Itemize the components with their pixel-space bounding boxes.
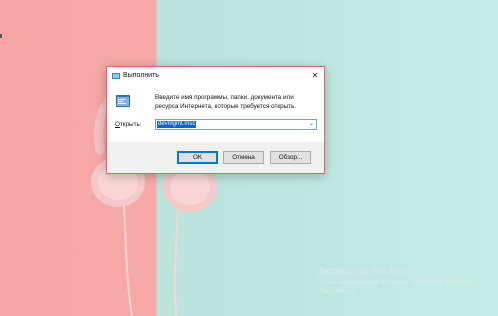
description-text: Введите имя программы, папки, документа … (155, 94, 297, 110)
activation-watermark: Активация Windows Чтобы активировать Win… (318, 266, 478, 296)
title-bar[interactable]: Выполнить ✕ (107, 67, 324, 85)
open-label: Открыть: (115, 121, 142, 129)
window-title: Выполнить (123, 72, 159, 79)
dropdown-arrow-icon[interactable]: ⌄ (309, 120, 314, 129)
run-dialog: Выполнить ✕ Введите имя программы, папки… (106, 66, 325, 174)
ok-button[interactable]: OK (177, 151, 218, 164)
watermark-title: Активация Windows (318, 266, 411, 277)
cancel-button[interactable]: Отмена (223, 151, 264, 164)
dialog-content: Введите имя программы, папки, документа … (107, 85, 324, 142)
close-icon: ✕ (311, 71, 319, 80)
watermark-subtitle: Чтобы активировать Windows, перейдите в … (318, 279, 472, 295)
run-dialog-icon (112, 73, 120, 79)
command-input-value[interactable]: devmgmt.msc (157, 121, 197, 128)
close-button[interactable]: ✕ (307, 68, 323, 83)
run-program-icon (116, 95, 130, 107)
browse-button[interactable]: Обзор... (270, 151, 311, 164)
open-label-text: ткрыть: (119, 121, 142, 128)
open-combobox[interactable]: devmgmt.msc ⌄ (155, 119, 317, 130)
